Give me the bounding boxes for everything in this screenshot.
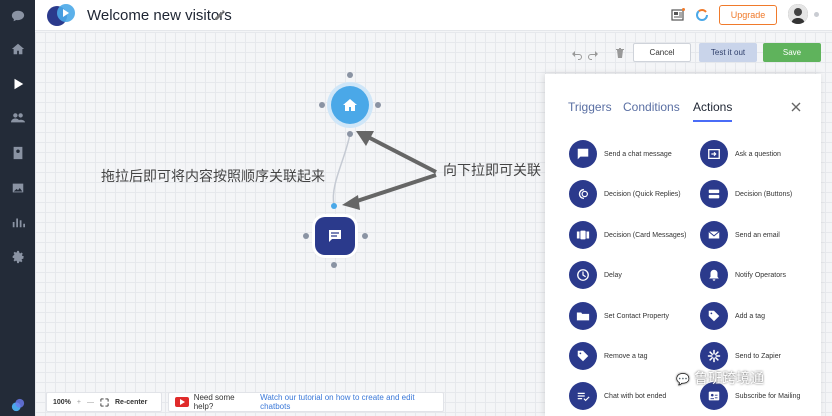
- action-delay[interactable]: Delay: [569, 261, 694, 293]
- home-icon: [343, 99, 357, 111]
- node-handle[interactable]: [347, 131, 353, 137]
- email-icon: [700, 221, 728, 249]
- connector-line: [332, 133, 351, 206]
- chat-ended-icon: [569, 382, 597, 410]
- help-text: Need some help?: [193, 393, 235, 411]
- tab-actions[interactable]: Actions: [693, 100, 733, 122]
- action-decision-quick-replies[interactable]: Decision (Quick Replies): [569, 180, 694, 212]
- tab-triggers[interactable]: Triggers: [568, 100, 612, 114]
- action-notify-operators[interactable]: Notify Operators: [700, 261, 825, 293]
- node-handle[interactable]: [331, 203, 337, 209]
- action-label: Send an email: [735, 231, 780, 239]
- action-decision-card-messages[interactable]: Decision (Card Messages): [569, 221, 694, 253]
- zapier-icon: [700, 342, 728, 370]
- annotation-right-text: 向下拉即可关联: [443, 163, 541, 179]
- node-handle[interactable]: [331, 262, 337, 268]
- action-label: Delay: [604, 271, 622, 279]
- annotation-arrow-upper: [367, 135, 437, 174]
- watermark: 💬 鲁班跨境通: [676, 368, 764, 388]
- start-node[interactable]: [331, 86, 369, 124]
- zoom-out-button[interactable]: —: [87, 399, 94, 406]
- annotation-arrow-lower: [353, 173, 437, 204]
- node-handle[interactable]: [303, 233, 309, 239]
- action-label: Send a chat message: [604, 150, 672, 158]
- zoom-level: 100%: [53, 398, 71, 406]
- action-label: Decision (Card Messages): [604, 231, 687, 239]
- help-bar: Need some help? Watch our tutorial on ho…: [168, 392, 444, 412]
- wechat-icon: 💬: [676, 373, 690, 386]
- action-label: Decision (Quick Replies): [604, 190, 681, 198]
- chat-message-icon: [569, 140, 597, 168]
- zoom-controls: 100% + — Re-center: [46, 392, 162, 412]
- action-decision-buttons[interactable]: Decision (Buttons): [700, 180, 825, 212]
- youtube-icon: [175, 397, 189, 407]
- folder-icon: [569, 302, 597, 330]
- tag-remove-icon: [569, 342, 597, 370]
- card-messages-icon: [569, 221, 597, 249]
- zoom-in-button[interactable]: +: [77, 399, 81, 406]
- node-handle[interactable]: [347, 72, 353, 78]
- tab-conditions[interactable]: Conditions: [623, 100, 680, 114]
- recenter-icon[interactable]: [100, 397, 109, 407]
- tutorial-link[interactable]: Watch our tutorial on how to create and …: [260, 393, 443, 411]
- annotation-left-text: 拖拉后即可将内容按照顺序关联起来: [101, 169, 325, 185]
- close-icon[interactable]: [790, 101, 802, 113]
- node-handle[interactable]: [362, 233, 368, 239]
- bell-icon: [700, 261, 728, 289]
- node-handle[interactable]: [319, 102, 325, 108]
- action-label: Remove a tag: [604, 352, 648, 360]
- buttons-icon: [700, 180, 728, 208]
- chat-message-node[interactable]: [315, 217, 355, 255]
- action-add-tag[interactable]: Add a tag: [700, 302, 825, 334]
- action-label: Decision (Buttons): [735, 190, 793, 198]
- annotation-arrow-lower-head: [342, 195, 360, 210]
- chat-message-icon: [329, 230, 341, 242]
- action-label: Set Contact Property: [604, 312, 669, 320]
- watermark-text: 鲁班跨境通: [694, 371, 765, 387]
- tag-icon: [700, 302, 728, 330]
- actions-panel: Triggers Conditions Actions Send a chat …: [545, 74, 821, 416]
- quick-replies-icon: [569, 180, 597, 208]
- node-handle[interactable]: [375, 102, 381, 108]
- question-input-icon: [700, 140, 728, 168]
- action-label: Notify Operators: [735, 271, 786, 279]
- action-send-email[interactable]: Send an email: [700, 221, 825, 253]
- action-send-chat-message[interactable]: Send a chat message: [569, 140, 694, 172]
- clock-icon: [569, 261, 597, 289]
- action-ask-question[interactable]: Ask a question: [700, 140, 825, 172]
- recenter-button[interactable]: Re-center: [115, 399, 147, 406]
- action-set-contact-property[interactable]: Set Contact Property: [569, 302, 694, 334]
- action-label: Send to Zapier: [735, 352, 781, 360]
- action-label: Add a tag: [735, 312, 765, 320]
- action-label: Ask a question: [735, 150, 781, 158]
